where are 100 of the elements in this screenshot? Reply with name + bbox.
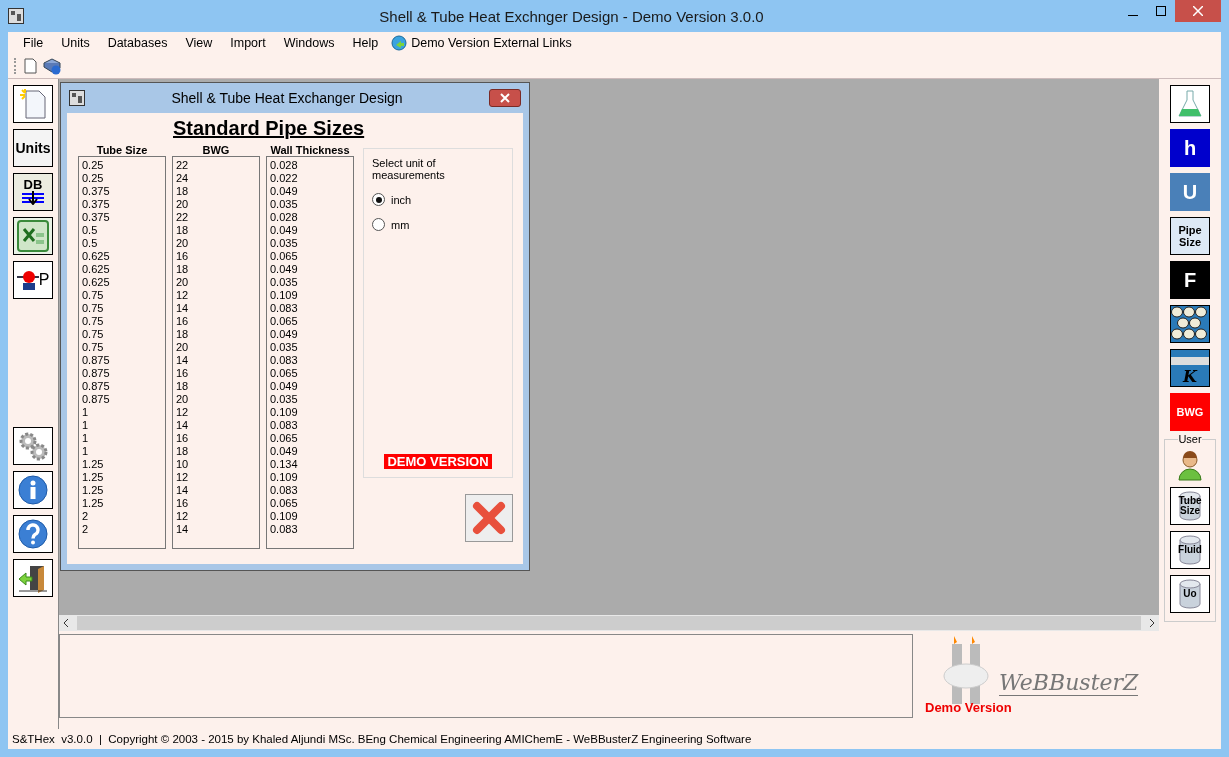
scroll-left-icon[interactable] bbox=[63, 618, 69, 628]
letter-button[interactable]: F bbox=[1170, 261, 1210, 299]
list-item[interactable]: 12 bbox=[176, 510, 256, 523]
list-item[interactable]: 20 bbox=[176, 393, 256, 406]
radio-button[interactable]: mm bbox=[372, 218, 504, 231]
list-item[interactable]: 0.083 bbox=[270, 523, 350, 536]
list-item[interactable]: 0.049 bbox=[270, 380, 350, 393]
list-item[interactable]: 16 bbox=[176, 315, 256, 328]
list-item[interactable]: 0.035 bbox=[270, 393, 350, 406]
database-import-button[interactable]: DB bbox=[13, 173, 53, 211]
list-item[interactable]: 0.25 bbox=[82, 159, 162, 172]
list-item[interactable]: 0.75 bbox=[82, 302, 162, 315]
list-item[interactable]: 0.109 bbox=[270, 289, 350, 302]
menu-item[interactable]: View bbox=[176, 36, 222, 50]
list-item[interactable]: 18 bbox=[176, 263, 256, 276]
list-item[interactable]: 0.035 bbox=[270, 237, 350, 250]
list-item[interactable]: 0.375 bbox=[82, 198, 162, 211]
list-item[interactable]: 20 bbox=[176, 237, 256, 250]
list-item[interactable]: 1.25 bbox=[82, 458, 162, 471]
menu-item[interactable]: Windows bbox=[274, 36, 344, 50]
list-item[interactable]: 0.375 bbox=[82, 211, 162, 224]
list-item[interactable]: 0.109 bbox=[270, 471, 350, 484]
list-item[interactable]: 1 bbox=[82, 445, 162, 458]
list-item[interactable]: 20 bbox=[176, 276, 256, 289]
list-item[interactable]: 0.022 bbox=[270, 172, 350, 185]
list-item[interactable]: 10 bbox=[176, 458, 256, 471]
list-item[interactable]: 1 bbox=[82, 406, 162, 419]
list-item[interactable]: 0.049 bbox=[270, 328, 350, 341]
list-item[interactable]: 0.625 bbox=[82, 250, 162, 263]
database-button[interactable]: Fluid bbox=[1170, 531, 1210, 569]
list-item[interactable]: 0.083 bbox=[270, 419, 350, 432]
list-item[interactable]: 0.049 bbox=[270, 445, 350, 458]
new-document-button[interactable] bbox=[13, 85, 53, 123]
menu-item[interactable]: File bbox=[14, 36, 53, 50]
list-item[interactable]: 14 bbox=[176, 523, 256, 536]
horizontal-scrollbar[interactable] bbox=[59, 615, 1159, 631]
list-item[interactable]: 0.109 bbox=[270, 510, 350, 523]
list-item[interactable]: 0.875 bbox=[82, 380, 162, 393]
list-item[interactable]: 22 bbox=[176, 211, 256, 224]
list-item[interactable]: 0.083 bbox=[270, 354, 350, 367]
list-item[interactable]: 2 bbox=[82, 523, 162, 536]
list-item[interactable]: 0.049 bbox=[270, 185, 350, 198]
list-item[interactable]: 0.375 bbox=[82, 185, 162, 198]
database-button[interactable]: Tube Size bbox=[1170, 487, 1210, 525]
list-item[interactable]: 0.109 bbox=[270, 406, 350, 419]
tube-bundle-button[interactable] bbox=[1170, 305, 1210, 343]
list-item[interactable]: 0.5 bbox=[82, 224, 162, 237]
list-box[interactable]: 0.028 0.022 0.049 0.035 0.028 0.049 0.035 0.065 0.049 0.035 0.109 0.083 0.065 0.049 0.035 0.083 0.065 0.049 0.035 0.109 0.083 0.065 0.049 0.134 0.109 0.083 0.065 0.109 0.083 bbox=[266, 156, 354, 549]
menu-item[interactable]: Databases bbox=[98, 36, 177, 50]
list-item[interactable]: 18 bbox=[176, 328, 256, 341]
list-item[interactable]: 18 bbox=[176, 445, 256, 458]
list-item[interactable]: 1.25 bbox=[82, 484, 162, 497]
list-box[interactable]: 0.25 0.25 0.375 0.375 0.375 0.5 0.5 0.625 0.625 0.625 0.75 0.75 0.75 0.75 0.75 0.875 0.875 0.875 0.875 1 1 1 1 1.25 1.25 1.25 1.25 2 2 bbox=[78, 156, 166, 549]
list-item[interactable]: 0.083 bbox=[270, 484, 350, 497]
flask-button[interactable] bbox=[1170, 85, 1210, 123]
menu-item[interactable]: Units bbox=[52, 36, 99, 50]
list-item[interactable]: 0.75 bbox=[82, 315, 162, 328]
list-item[interactable]: 1 bbox=[82, 432, 162, 445]
list-item[interactable]: 12 bbox=[176, 406, 256, 419]
list-item[interactable]: 0.083 bbox=[270, 302, 350, 315]
list-item[interactable]: 0.028 bbox=[270, 211, 350, 224]
radio-button[interactable]: inch bbox=[372, 193, 504, 206]
list-item[interactable]: 0.035 bbox=[270, 341, 350, 354]
list-item[interactable]: 14 bbox=[176, 419, 256, 432]
list-item[interactable]: 0.065 bbox=[270, 250, 350, 263]
list-item[interactable]: 0.049 bbox=[270, 224, 350, 237]
list-item[interactable]: 20 bbox=[176, 341, 256, 354]
list-item[interactable]: 0.028 bbox=[270, 159, 350, 172]
close-button[interactable] bbox=[489, 89, 521, 107]
info-button[interactable] bbox=[13, 471, 53, 509]
list-item[interactable]: 18 bbox=[176, 380, 256, 393]
pipe-size-button[interactable]: Pipe Size bbox=[1170, 217, 1210, 255]
list-item[interactable]: 0.035 bbox=[270, 198, 350, 211]
list-box[interactable]: 22 24 18 20 22 18 20 16 18 20 12 14 16 18 20 14 16 18 20 12 14 16 18 10 12 14 16 12 14 bbox=[172, 156, 260, 549]
list-item[interactable]: 0.065 bbox=[270, 432, 350, 445]
list-item[interactable]: 2 bbox=[82, 510, 162, 523]
database-button[interactable]: Uo bbox=[1170, 575, 1210, 613]
list-item[interactable]: 0.75 bbox=[82, 341, 162, 354]
bwg-button[interactable]: BWG bbox=[1170, 393, 1210, 431]
user-icon[interactable] bbox=[1177, 451, 1203, 481]
list-item[interactable]: 0.75 bbox=[82, 289, 162, 302]
list-item[interactable]: 24 bbox=[176, 172, 256, 185]
list-item[interactable]: 0.875 bbox=[82, 367, 162, 380]
list-item[interactable]: 0.065 bbox=[270, 497, 350, 510]
list-item[interactable]: 18 bbox=[176, 224, 256, 237]
list-item[interactable]: 0.625 bbox=[82, 276, 162, 289]
menu-item[interactable]: Demo Version External Links bbox=[387, 35, 576, 51]
list-item[interactable]: 16 bbox=[176, 250, 256, 263]
list-item[interactable]: 0.049 bbox=[270, 263, 350, 276]
list-item[interactable]: 0.065 bbox=[270, 315, 350, 328]
list-item[interactable]: 0.035 bbox=[270, 276, 350, 289]
pump-button[interactable]: P bbox=[13, 261, 53, 299]
list-item[interactable]: 12 bbox=[176, 471, 256, 484]
menu-item[interactable]: Help bbox=[343, 36, 388, 50]
letter-button[interactable]: h bbox=[1170, 129, 1210, 167]
list-item[interactable]: 0.5 bbox=[82, 237, 162, 250]
list-item[interactable]: 14 bbox=[176, 302, 256, 315]
list-item[interactable]: 22 bbox=[176, 159, 256, 172]
list-item[interactable]: 0.25 bbox=[82, 172, 162, 185]
list-item[interactable]: 18 bbox=[176, 185, 256, 198]
